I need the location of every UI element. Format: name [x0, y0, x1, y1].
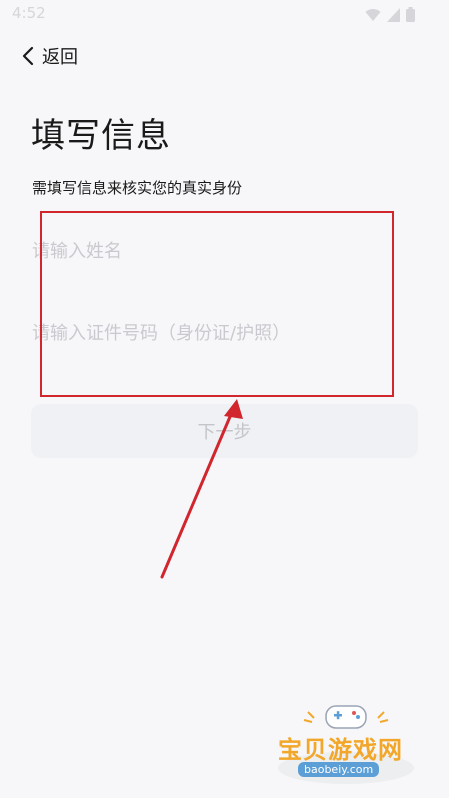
page-subtitle: 需填写信息来核实您的真实身份	[32, 179, 243, 197]
id-number-input[interactable]	[32, 315, 392, 351]
wifi-icon	[365, 8, 381, 21]
battery-icon	[406, 7, 415, 22]
signal-icon	[387, 7, 400, 22]
watermark-name: 宝贝游戏网	[278, 736, 403, 764]
name-input[interactable]	[32, 233, 392, 269]
watermark-url: baobeiy.com	[298, 762, 380, 777]
back-button[interactable]: 返回	[22, 42, 78, 70]
back-label: 返回	[42, 47, 78, 68]
watermark-logo: 宝贝游戏网 baobeiy.com	[268, 700, 428, 790]
status-icons	[365, 7, 415, 22]
page-title: 填写信息	[31, 116, 171, 156]
next-step-button[interactable]: 下一步	[31, 404, 418, 458]
chevron-left-icon	[22, 46, 34, 66]
status-bar: 4:52	[0, 0, 449, 30]
status-time: 4:52	[12, 4, 46, 22]
